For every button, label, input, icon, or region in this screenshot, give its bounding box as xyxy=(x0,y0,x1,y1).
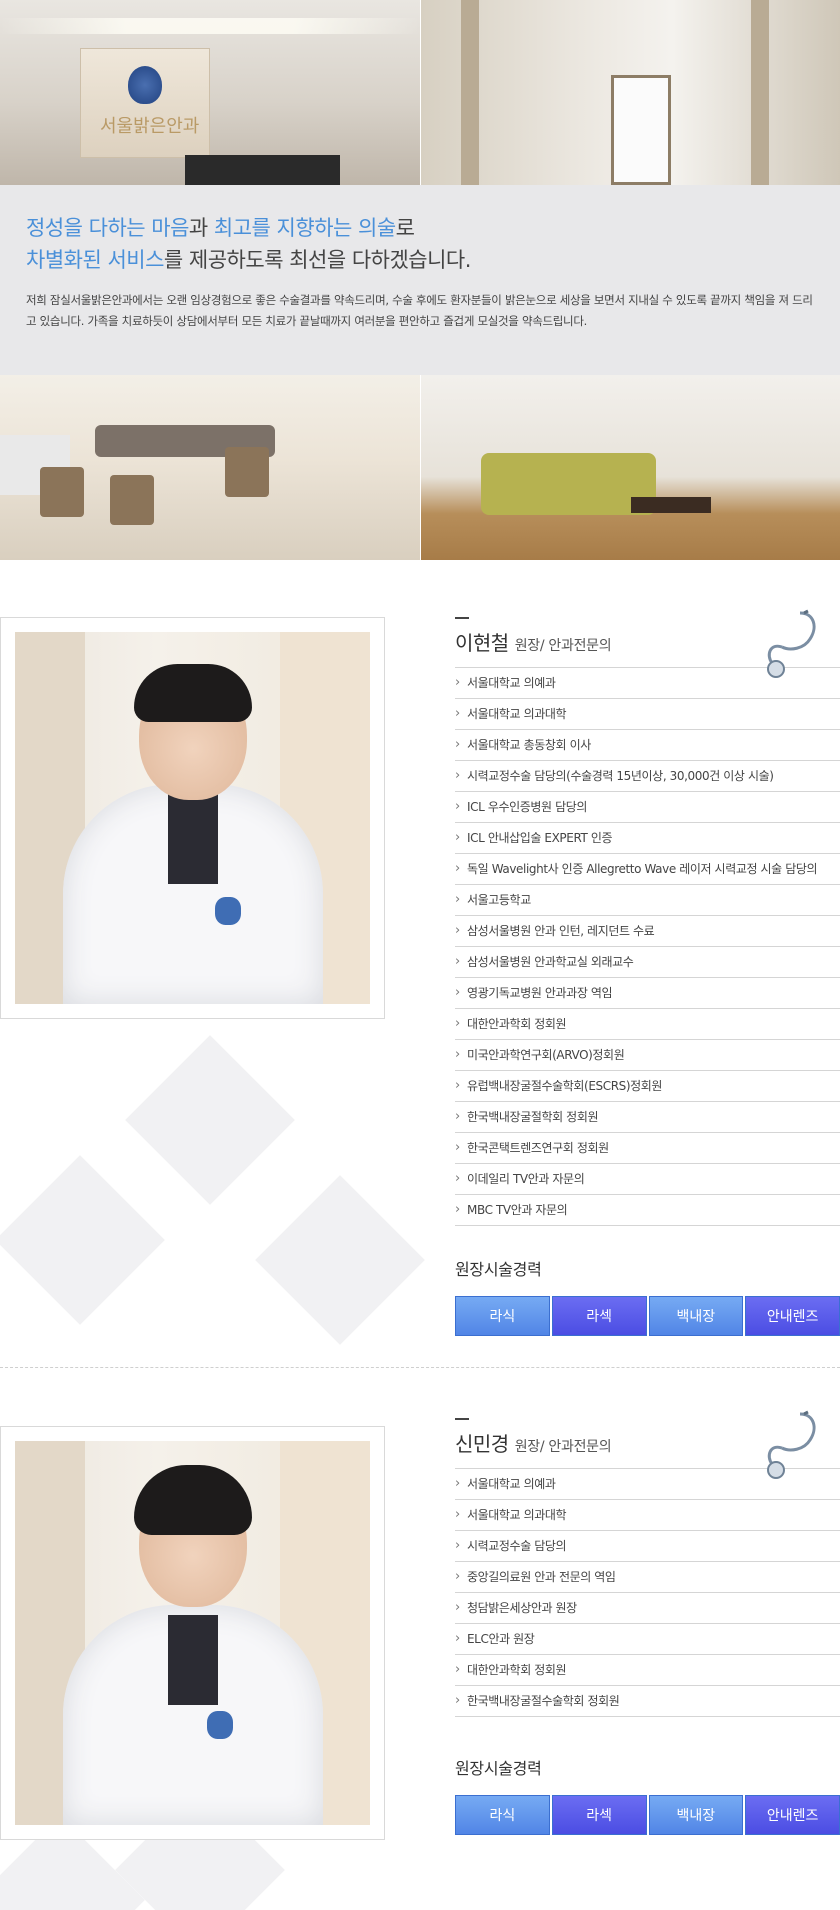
career-item: 한국콘택트렌즈연구회 정회원 xyxy=(455,1133,840,1164)
doctor-name: 이현철 xyxy=(455,631,509,655)
hero-headline: 정성을 다하는 마음과 최고를 지향하는 의술로 차별화된 서비스를 제공하도록… xyxy=(26,212,471,276)
doctor-portrait xyxy=(15,1441,370,1825)
career-item: 유럽백내장굴절수술학회(ESCRS)정회원 xyxy=(455,1071,840,1102)
headline-highlight: 최고를 지향하는 의술 xyxy=(213,216,396,240)
career-item: 삼성서울병원 안과학교실 외래교수 xyxy=(455,947,840,978)
career-item: 영광기독교병원 안과과장 역임 xyxy=(455,978,840,1009)
headline-highlight: 차별화된 서비스 xyxy=(26,248,164,272)
headline-highlight: 정성을 다하는 마음 xyxy=(26,216,189,240)
doctor-portrait xyxy=(15,632,370,1004)
surgery-history-label: 원장시술경력 xyxy=(455,1759,542,1778)
surgery-buttons: 라식 라섹 백내장 안내렌즈 xyxy=(455,1296,840,1336)
career-item: 시력교정수술 담당의(수술경력 15년이상, 30,000건 이상 시술) xyxy=(455,761,840,792)
lounge-photo xyxy=(421,375,840,560)
career-item: 미국안과학연구회(ARVO)정회원 xyxy=(455,1040,840,1071)
waiting-room-photo xyxy=(0,375,420,560)
career-item: 시력교정수술 담당의 xyxy=(455,1531,840,1562)
career-item: 서울고등학교 xyxy=(455,885,840,916)
lasik-button[interactable]: 라식 xyxy=(455,1795,550,1835)
surgery-buttons: 라식 라섹 백내장 안내렌즈 xyxy=(455,1795,840,1835)
career-item: 서울대학교 의예과 xyxy=(455,668,840,699)
hallway-photo xyxy=(421,0,840,185)
doctor-section-1: 이현철 원장/ 안과전문의 서울대학교 의예과 서울대학교 의과대학 서울대학교… xyxy=(0,560,840,1345)
career-item: 중앙길의료원 안과 전문의 역임 xyxy=(455,1562,840,1593)
career-item: 서울대학교 의과대학 xyxy=(455,1500,840,1531)
career-item: 서울대학교 총동창회 이사 xyxy=(455,730,840,761)
section-divider xyxy=(0,1367,840,1368)
brand-sign: 서울밝은안과 xyxy=(100,116,200,137)
career-list: 서울대학교 의예과 서울대학교 의과대학 시력교정수술 담당의 중앙길의료원 안… xyxy=(455,1468,840,1717)
career-item: 독일 Wavelight사 인증 Allegretto Wave 레이저 시력교… xyxy=(455,854,840,885)
icl-lens-button[interactable]: 안내렌즈 xyxy=(745,1296,840,1336)
career-item: ICL 안내삽입술 EXPERT 인증 xyxy=(455,823,840,854)
career-item: ELC안과 원장 xyxy=(455,1624,840,1655)
doctor-section-2: 신민경 원장/ 안과전문의 서울대학교 의예과 서울대학교 의과대학 시력교정수… xyxy=(0,1370,840,1910)
career-item: 청담밝은세상안과 원장 xyxy=(455,1593,840,1624)
doctor-photo-frame xyxy=(0,617,385,1019)
doctor-info: 이현철 원장/ 안과전문의 서울대학교 의예과 서울대학교 의과대학 서울대학교… xyxy=(455,609,840,1336)
doctor-title: 원장/ 안과전문의 xyxy=(514,638,612,654)
career-item: ICL 우수인증병원 담당의 xyxy=(455,792,840,823)
headline-text: 를 제공하도록 최선을 다하겠습니다. xyxy=(163,248,472,272)
icl-lens-button[interactable]: 안내렌즈 xyxy=(745,1795,840,1835)
career-item: 대한안과학회 정회원 xyxy=(455,1655,840,1686)
doctor-title: 원장/ 안과전문의 xyxy=(514,1439,612,1455)
headline-text: 과 xyxy=(188,216,214,240)
career-item: 삼성서울병원 안과 인턴, 레지던트 수료 xyxy=(455,916,840,947)
career-list: 서울대학교 의예과 서울대학교 의과대학 서울대학교 총동창회 이사 시력교정수… xyxy=(455,667,840,1226)
cataract-button[interactable]: 백내장 xyxy=(648,1795,744,1835)
lasek-button[interactable]: 라섹 xyxy=(551,1795,647,1835)
lasek-button[interactable]: 라섹 xyxy=(551,1296,647,1336)
career-item: 이데일리 TV안과 자문의 xyxy=(455,1164,840,1195)
hospital-emblem-icon xyxy=(128,66,162,104)
doctor-info: 신민경 원장/ 안과전문의 서울대학교 의예과 서울대학교 의과대학 시력교정수… xyxy=(455,1410,840,1835)
coat-logo-icon xyxy=(207,1711,233,1739)
headline-text: 로 xyxy=(395,216,415,240)
career-item: 서울대학교 의과대학 xyxy=(455,699,840,730)
doctor-name: 신민경 xyxy=(455,1432,509,1456)
career-item: MBC TV안과 자문의 xyxy=(455,1195,840,1226)
reception-photo: 서울밝은안과 xyxy=(0,0,420,185)
career-item: 한국백내장굴절학회 정회원 xyxy=(455,1102,840,1133)
intro-paragraph: 저희 잠실서울밝은안과에서는 오랜 임상경험으로 좋은 수술결과를 약속드리며,… xyxy=(26,293,813,328)
career-item: 서울대학교 의예과 xyxy=(455,1469,840,1500)
hero-section: 서울밝은안과 정성을 다하는 마음과 최고를 지향하는 의술로 차별화된 서비스… xyxy=(0,0,840,560)
doctor-photo-frame xyxy=(0,1426,385,1840)
career-item: 대한안과학회 정회원 xyxy=(455,1009,840,1040)
cataract-button[interactable]: 백내장 xyxy=(648,1296,744,1336)
surgery-history-label: 원장시술경력 xyxy=(455,1260,542,1279)
coat-logo-icon xyxy=(215,897,241,925)
lasik-button[interactable]: 라식 xyxy=(455,1296,550,1336)
career-item: 한국백내장굴절수술학회 정회원 xyxy=(455,1686,840,1717)
